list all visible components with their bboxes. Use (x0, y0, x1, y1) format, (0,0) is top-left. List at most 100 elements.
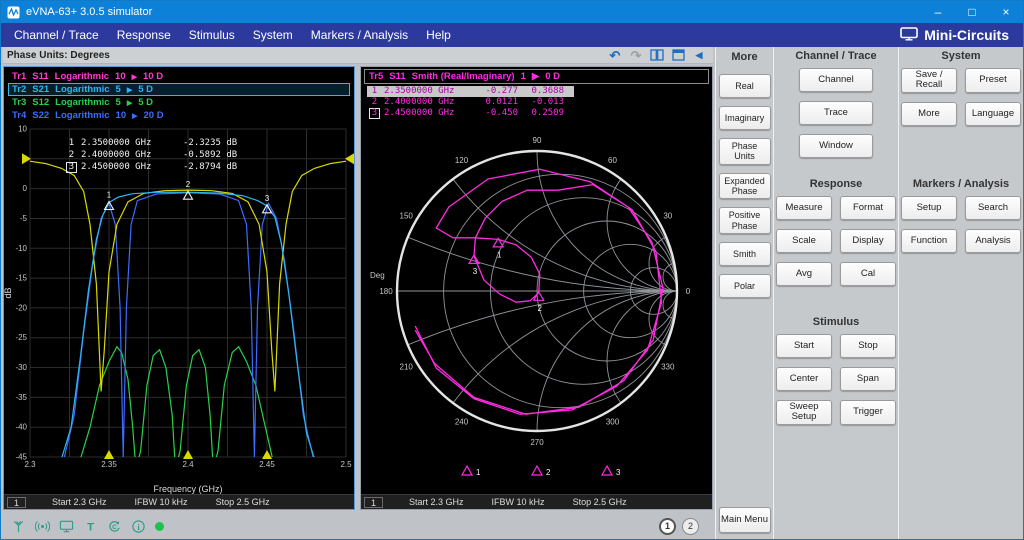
svg-text:-25: -25 (15, 333, 27, 342)
trace-button[interactable]: Trace (799, 101, 873, 125)
section-buttons: Channel Trace Window (774, 68, 898, 158)
page-selector: 12 (659, 518, 699, 535)
svg-text:3: 3 (472, 267, 477, 276)
window-controls: – □ × (921, 1, 1023, 23)
expand-icon[interactable] (670, 48, 686, 62)
svg-text:-20: -20 (15, 303, 27, 312)
trace-row-tr2[interactable]: Tr2S21Logarithmic5▶5 D (8, 83, 350, 96)
analysis-button[interactable]: Analysis (965, 229, 1021, 253)
smith-chart[interactable]: 0306090120150180210240270300330Deg123123 (362, 119, 712, 479)
setup-button[interactable]: Setup (901, 196, 957, 220)
svg-text:2.45: 2.45 (259, 460, 275, 469)
smith-trace-header[interactable]: Tr5S11Smith (Real/Imaginary)1▶0 D (364, 69, 709, 84)
marker-readout-row: 22.4000000 GHz-0.5892 dB (66, 149, 237, 161)
marker-imaginary: 0.3688 (518, 86, 564, 97)
marker-value: -0.5892 dB (183, 149, 237, 161)
magnitude-chart[interactable]: 1050-5-10-15-20-25-30-35-40-452.32.352.4… (4, 123, 354, 497)
marker-frequency: 2.4000000 GHz (384, 97, 476, 108)
charts-area: Phase Units: Degrees ↶↷◀ Tr1S11Logarithm… (1, 47, 715, 539)
monitor-icon (59, 519, 74, 534)
trace-row-tr3[interactable]: Tr3S12Logarithmic5▶5 D (8, 96, 350, 109)
scale-button[interactable]: Scale (776, 229, 832, 253)
antenna-icon (11, 519, 26, 534)
menu-item-markers-analysis[interactable]: Markers / Analysis (302, 25, 417, 45)
status-icons: TCi (11, 519, 146, 534)
info-icon: i (131, 519, 146, 534)
sweep-setup-button[interactable]: Sweep Setup (776, 400, 832, 425)
format-button[interactable]: Format (840, 196, 896, 220)
smith-button[interactable]: Smith (719, 242, 771, 266)
menu-item-help[interactable]: Help (417, 25, 460, 45)
trace-ref-arrow-icon: ▶ (532, 71, 539, 82)
brand-logo: Mini-Circuits (900, 27, 1009, 44)
undo-icon[interactable]: ↶ (607, 48, 623, 62)
redo-icon[interactable]: ↷ (628, 48, 644, 62)
stop-frequency-label: Stop 2.5 GHz (573, 497, 627, 507)
window-button[interactable]: Window (799, 134, 873, 158)
search-button[interactable]: Search (965, 196, 1021, 220)
marker-real: -0.277 (476, 86, 518, 97)
measure-button[interactable]: Measure (776, 196, 832, 220)
channel-button[interactable]: Channel (799, 68, 873, 92)
connection-status-dot (155, 522, 164, 531)
marker-number: 1 (66, 137, 77, 149)
minimize-button[interactable]: – (921, 1, 955, 23)
polar-button[interactable]: Polar (719, 274, 771, 298)
marker-real: -0.450 (476, 108, 518, 119)
trace-row-tr4[interactable]: Tr4S22Logarithmic10▶20 D (8, 109, 350, 122)
svg-text:-35: -35 (15, 393, 27, 402)
preset-button[interactable]: Preset (965, 68, 1021, 93)
save-recall-button[interactable]: Save / Recall (901, 68, 957, 93)
display-button[interactable]: Display (840, 229, 896, 253)
trace-id: Tr1 (12, 71, 26, 82)
start-frequency-label: Start 2.3 GHz (52, 497, 107, 507)
svg-text:60: 60 (608, 156, 617, 165)
svg-text:210: 210 (399, 362, 413, 371)
svg-text:1: 1 (476, 468, 481, 477)
svg-text:3: 3 (616, 468, 621, 477)
menu-item-system[interactable]: System (244, 25, 302, 45)
real-button[interactable]: Real (719, 74, 771, 98)
center-button[interactable]: Center (776, 367, 832, 391)
menu-item-response[interactable]: Response (108, 25, 180, 45)
span-button[interactable]: Span (840, 367, 896, 391)
menu-item-stimulus[interactable]: Stimulus (180, 25, 244, 45)
collapse-left-icon[interactable]: ◀ (691, 48, 707, 62)
trace-format: Logarithmic (55, 84, 109, 95)
avg-button[interactable]: Avg (776, 262, 832, 286)
magnitude-chart-area: 1050-5-10-15-20-25-30-35-40-452.32.352.4… (4, 123, 354, 494)
function-button[interactable]: Function (901, 229, 957, 253)
marker-number: 3 (369, 108, 380, 119)
channel-indicator: 1 (7, 497, 26, 508)
close-button[interactable]: × (989, 1, 1023, 23)
imaginary-button[interactable]: Imaginary (719, 106, 771, 130)
more-button[interactable]: More (901, 102, 957, 126)
svg-text:Frequency (GHz): Frequency (GHz) (153, 484, 222, 494)
expanded-phase-button[interactable]: Expanded Phase (719, 173, 771, 200)
maximize-button[interactable]: □ (955, 1, 989, 23)
stop-button[interactable]: Stop (840, 334, 896, 358)
section-title: Markers / Analysis (899, 178, 1023, 192)
magnitude-panel: Tr1S11Logarithmic10▶10 DTr2S21Logarithmi… (3, 66, 355, 510)
trace-row-tr1[interactable]: Tr1S11Logarithmic10▶10 D (8, 70, 350, 83)
page-2-button[interactable]: 2 (682, 518, 699, 535)
phase-units-button[interactable]: Phase Units (719, 138, 771, 165)
control-column-2: SystemSave / RecallPresetMoreLanguageMar… (898, 47, 1023, 539)
trigger-button[interactable]: Trigger (840, 400, 896, 425)
start-button[interactable]: Start (776, 334, 832, 358)
svg-text:240: 240 (454, 418, 468, 427)
menu-item-channel-trace[interactable]: Channel / Trace (5, 25, 108, 45)
charts-header: Phase Units: Degrees ↶↷◀ (3, 47, 713, 64)
main-menu-button[interactable]: Main Menu (719, 507, 771, 533)
channel-indicator: 1 (364, 497, 383, 508)
ifbw-label: IFBW 10 kHz (492, 497, 545, 507)
section-buttons: Start Stop Center Span Sweep Setup Trigger (774, 334, 898, 425)
svg-text:2: 2 (537, 304, 542, 313)
trace-ref-arrow-icon: ▶ (132, 73, 137, 81)
cal-button[interactable]: Cal (840, 262, 896, 286)
marker-readout-row: 12.3500000 GHz-2.3235 dB (66, 137, 237, 149)
positive-phase-button[interactable]: Positive Phase (719, 207, 771, 234)
language-button[interactable]: Language (965, 102, 1021, 126)
page-1-button[interactable]: 1 (659, 518, 676, 535)
tile-windows-icon[interactable] (649, 48, 665, 62)
